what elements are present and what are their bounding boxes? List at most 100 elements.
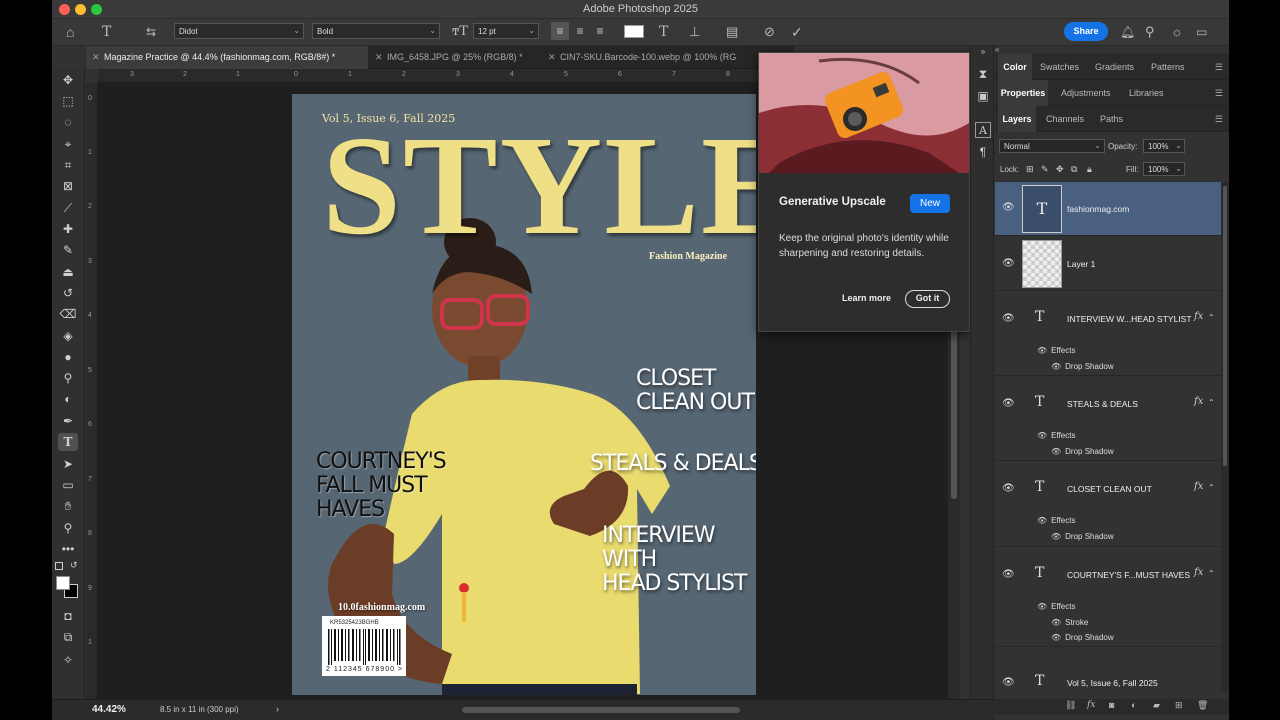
lock-position-icon[interactable]: ✥ <box>1056 164 1064 175</box>
blur-tool-icon[interactable]: ● <box>58 348 78 366</box>
warp-text-icon[interactable]: T <box>659 23 668 41</box>
panel-menu-icon[interactable]: ☰ <box>1215 62 1223 73</box>
visibility-eye-icon[interactable]: 👁︎ <box>1037 431 1047 440</box>
visibility-eye-icon[interactable]: 👁︎ <box>1037 346 1047 355</box>
move-tool-icon[interactable]: ✥ <box>58 71 78 89</box>
effects-row[interactable]: 👁︎ Effects <box>1037 602 1075 611</box>
tab-swatches[interactable]: Swatches <box>1040 54 1079 80</box>
commit-check-icon[interactable]: ✓ <box>791 23 803 41</box>
magazine-cover-document[interactable]: Vol 5, Issue 6, Fall 2025 STYLE Fashion … <box>292 94 756 695</box>
blend-mode-select[interactable]: Normal ⌄ <box>999 139 1105 153</box>
fill-input[interactable]: 100% ⌄ <box>1143 162 1185 176</box>
bell-icon[interactable]: 🔔︎ <box>1120 23 1135 41</box>
lasso-tool-icon[interactable]: ◌ <box>58 113 78 131</box>
tab-properties[interactable]: Properties <box>998 80 1048 106</box>
fx-icon[interactable]: fx <box>1194 567 1203 578</box>
crop-tool-icon[interactable]: ⌗ <box>58 156 78 174</box>
tab-img-6458[interactable]: ✕ IMG_6458.JPG @ 25% (RGB/8) * <box>369 46 541 69</box>
headline-closet[interactable]: CLOSET CLEAN OUT <box>636 367 755 415</box>
align-center-icon[interactable]: ≡ <box>571 22 589 40</box>
path-selection-tool-icon[interactable]: ➤ <box>58 455 78 473</box>
effect-drop-shadow[interactable]: 👁︎ Drop Shadow <box>1051 362 1114 371</box>
rectangle-tool-icon[interactable]: ▭ <box>58 476 78 494</box>
zoom-level[interactable]: 44.42% <box>92 704 126 715</box>
font-family-select[interactable]: Didot ⌄ <box>174 23 304 39</box>
layer-steals-deals[interactable]: 👁︎ T STEALS & DEALS fx ⌃ 👁︎ Effects 👁︎ Dro… <box>995 376 1221 461</box>
visibility-eye-icon[interactable]: 👁︎ <box>1002 483 1015 494</box>
fx-icon[interactable]: fx <box>1194 311 1203 322</box>
link-layers-icon[interactable]: ⛓︎ <box>1065 700 1076 711</box>
share-button[interactable]: Share <box>1064 22 1108 41</box>
visibility-eye-icon[interactable]: 👁︎ <box>1051 447 1061 456</box>
dodge-tool-icon[interactable]: ⚲ <box>58 369 78 387</box>
close-tab-icon[interactable]: ✕ <box>92 46 100 69</box>
fx-icon[interactable]: fx <box>1194 481 1203 492</box>
visibility-eye-icon[interactable]: 👁︎ <box>1002 313 1015 324</box>
quick-mask-icon[interactable]: ◘ <box>58 607 78 625</box>
zoom-tool-icon[interactable]: ⚲ <box>58 519 78 537</box>
chevron-up-icon[interactable]: ⌃ <box>1208 313 1215 322</box>
layer-courtneys[interactable]: 👁︎ T COURTNEY'S F...MUST HAVES fx ⌃ 👁︎ Ef… <box>995 547 1221 647</box>
marquee-tool-icon[interactable]: ⬚ <box>58 92 78 110</box>
add-mask-icon[interactable]: ◙ <box>1109 700 1114 710</box>
opacity-input[interactable]: 100% ⌄ <box>1143 139 1185 153</box>
tab-magazine-practice[interactable]: ✕ Magazine Practice @ 44.4% (fashionmag.c… <box>86 46 368 69</box>
tab-barcode[interactable]: ✕ CIN7-SKU.Barcode-100.webp @ 100% (RG <box>542 46 794 69</box>
cancel-icon[interactable]: ⊘ <box>764 23 775 41</box>
lock-artboard-icon[interactable]: ⧉ <box>1071 164 1077 175</box>
tab-libraries[interactable]: Libraries <box>1129 80 1164 106</box>
close-tab-icon[interactable]: ✕ <box>548 46 556 69</box>
chevron-up-icon[interactable]: ⌃ <box>1208 569 1215 578</box>
tab-layers[interactable]: Layers <box>998 106 1036 132</box>
status-menu-arrow[interactable]: › <box>276 704 279 714</box>
type-tool-preset-icon[interactable]: T <box>102 23 111 41</box>
scroll-thumb[interactable] <box>1223 186 1227 466</box>
url-text[interactable]: 10.0fashionmag.com <box>338 602 425 613</box>
panel-menu-icon[interactable]: ☰ <box>1215 114 1223 125</box>
effects-row[interactable]: 👁︎ Effects <box>1037 346 1075 355</box>
layer-closet-clean-out[interactable]: 👁︎ T CLOSET CLEAN OUT fx ⌃ 👁︎ Effects 👁︎ D… <box>995 461 1221 547</box>
effect-drop-shadow[interactable]: 👁︎ Drop Shadow <box>1051 447 1114 456</box>
tab-patterns[interactable]: Patterns <box>1151 54 1185 80</box>
visibility-eye-icon[interactable]: 👁︎ <box>1002 398 1015 409</box>
new-group-icon[interactable]: ▰ <box>1153 700 1160 711</box>
tab-adjustments[interactable]: Adjustments <box>1061 80 1111 106</box>
headline-interview[interactable]: INTERVIEW WITH HEAD STYLIST <box>602 524 747 596</box>
character-panel-icon[interactable]: ▤ <box>726 23 738 41</box>
home-icon[interactable]: ⌂ <box>66 23 74 41</box>
generative-icon[interactable]: ✧ <box>58 651 78 669</box>
effects-row[interactable]: 👁︎ Effects <box>1037 431 1075 440</box>
visibility-eye-icon[interactable]: 👁︎ <box>1051 633 1061 642</box>
layer-fashionmag[interactable]: 👁︎ T fashionmag.com <box>995 182 1221 236</box>
visibility-eye-icon[interactable]: 👁︎ <box>1002 202 1015 213</box>
history-brush-tool-icon[interactable]: ↺ <box>58 284 78 302</box>
scroll-thumb[interactable] <box>951 309 957 499</box>
canvas-horizontal-scrollbar[interactable] <box>462 707 740 713</box>
tab-paths[interactable]: Paths <box>1100 106 1123 132</box>
text-orientation-icon[interactable]: ⇆ <box>146 23 156 41</box>
visibility-eye-icon[interactable]: 👁︎ <box>1002 677 1015 688</box>
layers-scrollbar[interactable] <box>1221 182 1229 692</box>
panel-menu-icon[interactable]: ☰ <box>1215 88 1223 99</box>
learn-more-link[interactable]: Learn more <box>842 293 891 303</box>
tagline-text[interactable]: Fashion Magazine <box>649 251 727 262</box>
screen-mode-icon[interactable]: ⧉ <box>58 628 78 646</box>
effect-drop-shadow[interactable]: 👁︎ Drop Shadow <box>1051 633 1114 642</box>
comments-icon[interactable]: ▣ <box>975 88 991 104</box>
visibility-eye-icon[interactable]: 👁︎ <box>1051 532 1061 541</box>
pen-tool-icon[interactable]: ✒ <box>58 412 78 430</box>
barcode-image[interactable]: KR5325423BGHB 2 112345 678900 > <box>322 616 406 676</box>
tab-channels[interactable]: Channels <box>1046 106 1084 132</box>
visibility-eye-icon[interactable]: 👁︎ <box>1051 362 1061 371</box>
visibility-eye-icon[interactable]: 👁︎ <box>1002 258 1015 269</box>
visibility-eye-icon[interactable]: 👁︎ <box>1037 516 1047 525</box>
type-tool-icon[interactable]: T <box>58 433 78 451</box>
effect-drop-shadow[interactable]: 👁︎ Drop Shadow <box>1051 532 1114 541</box>
lock-image-icon[interactable]: ✎ <box>1041 164 1049 175</box>
delete-layer-icon[interactable]: 🗑︎ <box>1197 700 1208 711</box>
clone-stamp-tool-icon[interactable]: ⏏ <box>58 263 78 281</box>
visibility-eye-icon[interactable]: 👁︎ <box>1002 569 1015 580</box>
text-color-swatch[interactable] <box>624 25 644 38</box>
collapse-arrows-icon[interactable]: « <box>995 45 999 54</box>
got-it-button[interactable]: Got it <box>905 290 950 308</box>
